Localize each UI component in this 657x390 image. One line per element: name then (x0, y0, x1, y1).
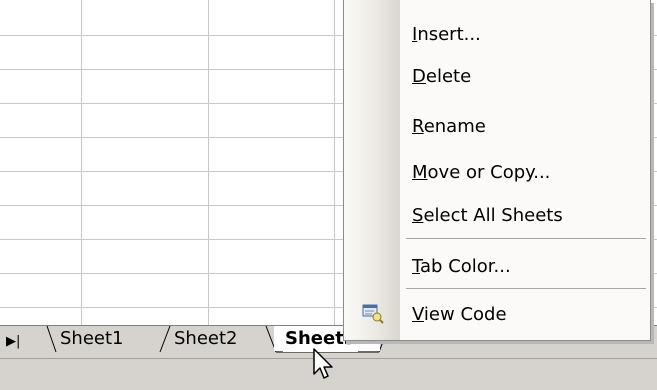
column-gridline (208, 0, 209, 325)
menu-item-label: Delete (412, 66, 472, 87)
mouse-pointer-icon (313, 348, 333, 379)
sheet-tab-sheet2[interactable]: Sheet2 (172, 326, 240, 352)
menu-separator (406, 238, 646, 239)
menu-item-insert[interactable]: Insert... (344, 18, 650, 50)
menu-item-select-all-sheets[interactable]: Select All Sheets (344, 199, 650, 231)
menu-item-view-code[interactable]: View Code (344, 298, 650, 330)
menu-item-label: Rename (412, 116, 486, 137)
menu-item-move-or-copy[interactable]: Move or Copy... (344, 156, 650, 188)
menu-item-tab-color[interactable]: Tab Color... (344, 250, 650, 282)
menu-separator (406, 288, 646, 289)
column-gridline (334, 0, 335, 325)
menu-item-label: Move or Copy... (412, 162, 551, 183)
view-code-icon (362, 304, 384, 324)
menu-item-rename[interactable]: Rename (344, 110, 650, 142)
menu-item-label: Tab Color... (412, 256, 511, 277)
column-gridline (81, 0, 82, 325)
menu-item-delete[interactable]: Delete (344, 60, 650, 92)
sheet-tab-context-menu: Insert... Delete Rename Move or Copy... … (343, 0, 651, 341)
menu-item-label: Select All Sheets (412, 205, 563, 226)
sheet-tab-sheet1[interactable]: Sheet1 (58, 326, 126, 352)
menu-item-label: Insert... (412, 24, 481, 45)
sheet-tab-label: Sheet1 (60, 328, 124, 349)
sheet-tab-label: Sheet2 (174, 328, 238, 349)
menu-item-label: View Code (412, 304, 507, 325)
